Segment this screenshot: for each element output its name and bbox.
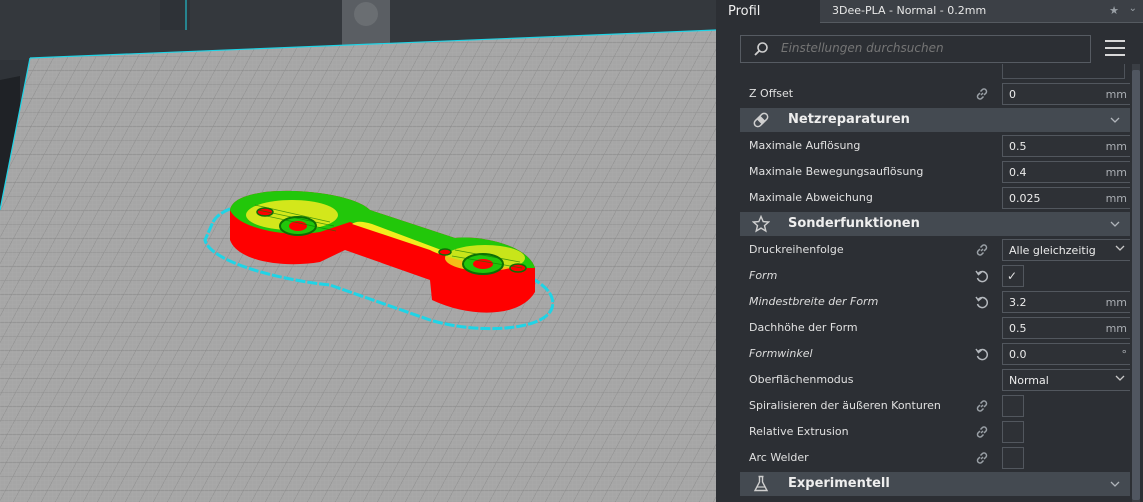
category-sonderfunktionen[interactable]: Sonderfunktionen <box>740 212 1130 236</box>
build-plate-scene[interactable] <box>0 0 716 502</box>
setting-maximale-aufloesung: Maximale Auflösung 0.5 mm <box>740 133 1130 159</box>
setting-formwinkel: Formwinkel 0.0 ° <box>740 341 1130 367</box>
chevron-down-icon: ⌄ <box>1128 3 1137 14</box>
category-title: Sonderfunktionen <box>788 216 920 231</box>
oberflaechenmodus-dropdown[interactable]: Normal <box>1002 369 1130 391</box>
field-value: 0.5 <box>1009 140 1027 153</box>
flask-icon <box>753 475 769 492</box>
link-icon[interactable] <box>974 242 990 258</box>
setting-label: Maximale Auflösung <box>749 139 861 152</box>
field-unit: ° <box>1121 348 1128 361</box>
star-icon[interactable]: ★ <box>1109 4 1119 17</box>
reset-icon[interactable] <box>974 268 990 284</box>
chevron-down-icon <box>1110 221 1120 227</box>
number-field[interactable]: 0.4 mm <box>1002 161 1130 183</box>
setting-maximale-bewegungsaufloesung: Maximale Bewegungsauflösung 0.4 mm <box>740 159 1130 185</box>
scrollbar-thumb[interactable] <box>1132 70 1140 500</box>
field-value: 0.025 <box>1009 192 1041 205</box>
number-field[interactable]: 0.5 mm <box>1002 135 1130 157</box>
category-title: Experimentell <box>788 476 890 491</box>
link-icon[interactable] <box>974 450 990 466</box>
chevron-down-icon <box>1110 481 1120 487</box>
print-settings-panel: Profil 3Dee-PLA - Normal - 0.2mm ★ ⌄ Z O… <box>716 0 1143 502</box>
field-unit: mm <box>1105 192 1127 205</box>
link-icon[interactable] <box>974 424 990 440</box>
field-unit: mm <box>1105 88 1127 101</box>
setting-relative-extrusion: Relative Extrusion <box>740 419 1130 445</box>
setting-spiralisieren: Spiralisieren der äußeren Konturen <box>740 393 1130 419</box>
category-netzreparaturen[interactable]: Netzreparaturen <box>740 108 1130 132</box>
profile-value: 3Dee-PLA - Normal - 0.2mm <box>832 4 987 17</box>
field-unit: mm <box>1105 296 1127 309</box>
setting-label: Arc Welder <box>749 451 809 464</box>
field-value: Alle gleichzeitig <box>1009 244 1096 257</box>
reset-icon[interactable] <box>974 294 990 310</box>
profile-select[interactable]: 3Dee-PLA - Normal - 0.2mm ★ ⌄ <box>820 0 1143 23</box>
search-icon <box>754 42 768 56</box>
form-checkbox[interactable]: ✓ <box>1002 265 1024 287</box>
setting-label: Maximale Abweichung <box>749 191 873 204</box>
setting-label: Formwinkel <box>749 347 813 360</box>
field-value: 3.2 <box>1009 296 1027 309</box>
profile-row: Profil 3Dee-PLA - Normal - 0.2mm ★ ⌄ <box>716 0 1143 26</box>
relative-extrusion-checkbox[interactable] <box>1002 421 1024 443</box>
spiralisieren-checkbox[interactable] <box>1002 395 1024 417</box>
setting-z-offset: Z Offset 0 mm <box>740 81 1130 107</box>
category-experimentell[interactable]: Experimentell <box>740 472 1130 496</box>
chevron-down-icon <box>1110 117 1120 123</box>
3d-viewport[interactable] <box>0 0 716 502</box>
field-unit: mm <box>1105 140 1127 153</box>
setting-oberflaechenmodus: Oberflächenmodus Normal <box>740 367 1130 393</box>
setting-label: Mindestbreite der Form <box>749 295 879 308</box>
setting-form: Form ✓ <box>740 263 1130 289</box>
field-value: 0 <box>1009 88 1016 101</box>
setting-label: Z Offset <box>749 87 794 100</box>
arc-welder-checkbox[interactable] <box>1002 447 1024 469</box>
z-offset-field[interactable]: 0 mm <box>1002 83 1130 105</box>
field-unit: mm <box>1105 166 1127 179</box>
reset-icon[interactable] <box>974 346 990 362</box>
setting-label: Maximale Bewegungsauflösung <box>749 165 924 178</box>
field-unit: mm <box>1105 322 1127 335</box>
setting-dachhoehe-der-form: Dachhöhe der Form 0.5 mm <box>740 315 1130 341</box>
number-field[interactable]: 3.2 mm <box>1002 291 1130 313</box>
field-value: 0.5 <box>1009 322 1027 335</box>
number-field[interactable]: 0.5 mm <box>1002 317 1130 339</box>
hamburger-menu-icon[interactable] <box>1105 40 1125 58</box>
setting-label: Spiralisieren der äußeren Konturen <box>749 399 941 412</box>
link-icon[interactable] <box>974 398 990 414</box>
number-field[interactable]: 0.0 ° <box>1002 343 1130 365</box>
clipped-field <box>1002 64 1125 79</box>
setting-maximale-abweichung: Maximale Abweichung 0.025 mm <box>740 185 1130 211</box>
field-value: 0.4 <box>1009 166 1027 179</box>
setting-mindestbreite-der-form: Mindestbreite der Form 3.2 mm <box>740 289 1130 315</box>
checkmark-icon: ✓ <box>1007 269 1018 283</box>
category-title: Netzreparaturen <box>788 112 910 127</box>
search-box[interactable] <box>740 35 1091 63</box>
number-field[interactable]: 0.025 mm <box>1002 187 1130 209</box>
field-value: Normal <box>1009 374 1049 387</box>
settings-list: Z Offset 0 mm Netzreparaturen Maximale A… <box>716 64 1130 502</box>
setting-druckreihenfolge: Druckreihenfolge Alle gleichzeitig <box>740 237 1130 263</box>
chevron-down-icon <box>1115 245 1125 251</box>
druckreihenfolge-dropdown[interactable]: Alle gleichzeitig <box>1002 239 1130 261</box>
chevron-down-icon <box>1115 375 1125 381</box>
setting-arc-welder: Arc Welder <box>740 445 1130 471</box>
setting-label: Relative Extrusion <box>749 425 849 438</box>
setting-label: Druckreihenfolge <box>749 243 844 256</box>
bandage-icon <box>753 112 769 128</box>
setting-label: Dachhöhe der Form <box>749 321 858 334</box>
setting-label: Form <box>749 269 778 282</box>
setting-label: Oberflächenmodus <box>749 373 854 386</box>
link-icon[interactable] <box>974 86 990 102</box>
star-outline-icon <box>752 215 770 233</box>
profile-label: Profil <box>728 4 761 19</box>
field-value: 0.0 <box>1009 348 1027 361</box>
search-input[interactable] <box>781 41 1081 55</box>
